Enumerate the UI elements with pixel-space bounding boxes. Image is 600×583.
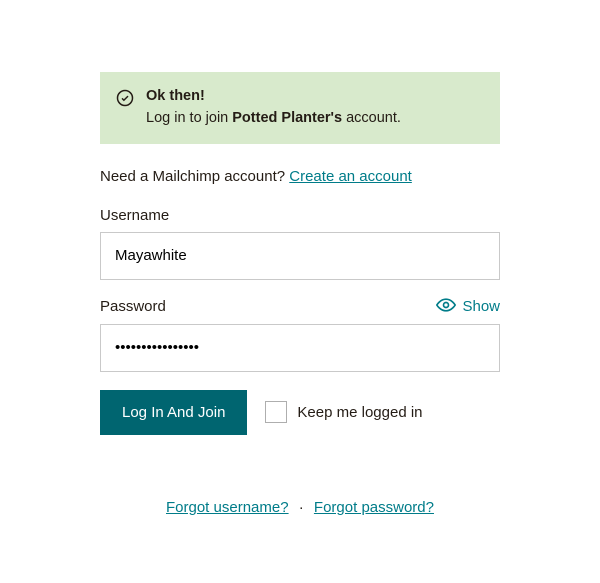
show-password-label: Show <box>462 298 500 315</box>
footer-separator: · <box>299 499 304 516</box>
keep-logged-in-label: Keep me logged in <box>297 404 422 421</box>
username-input[interactable] <box>100 232 500 280</box>
show-password-toggle[interactable]: Show <box>436 298 500 316</box>
forgot-username-link[interactable]: Forgot username? <box>166 499 289 516</box>
signup-prompt-text: Need a Mailchimp account? <box>100 168 289 185</box>
action-row: Log In And Join Keep me logged in <box>100 390 500 435</box>
keep-logged-in-checkbox[interactable] <box>265 401 287 423</box>
login-join-button[interactable]: Log In And Join <box>100 390 247 435</box>
create-account-link[interactable]: Create an account <box>289 168 412 185</box>
password-label: Password <box>100 298 166 315</box>
checkmark-circle-icon <box>116 89 134 112</box>
username-field-group: Username <box>100 207 500 280</box>
footer-links: Forgot username? · Forgot password? <box>100 499 500 516</box>
banner-text: Ok then! Log in to join Potted Planter's… <box>146 86 401 130</box>
eye-icon <box>436 298 456 316</box>
banner-account-name: Potted Planter's <box>232 110 342 126</box>
username-label: Username <box>100 207 169 224</box>
banner-body-prefix: Log in to join <box>146 110 232 126</box>
password-field-group: Password Show <box>100 298 500 372</box>
banner-body: Log in to join Potted Planter's account. <box>146 108 401 130</box>
forgot-password-link[interactable]: Forgot password? <box>314 499 434 516</box>
banner-body-suffix: account. <box>342 110 401 126</box>
password-input[interactable] <box>100 324 500 372</box>
banner-title: Ok then! <box>146 86 401 108</box>
success-banner: Ok then! Log in to join Potted Planter's… <box>100 72 500 144</box>
signup-prompt-row: Need a Mailchimp account? Create an acco… <box>100 168 500 185</box>
keep-logged-in-wrap[interactable]: Keep me logged in <box>265 401 422 423</box>
